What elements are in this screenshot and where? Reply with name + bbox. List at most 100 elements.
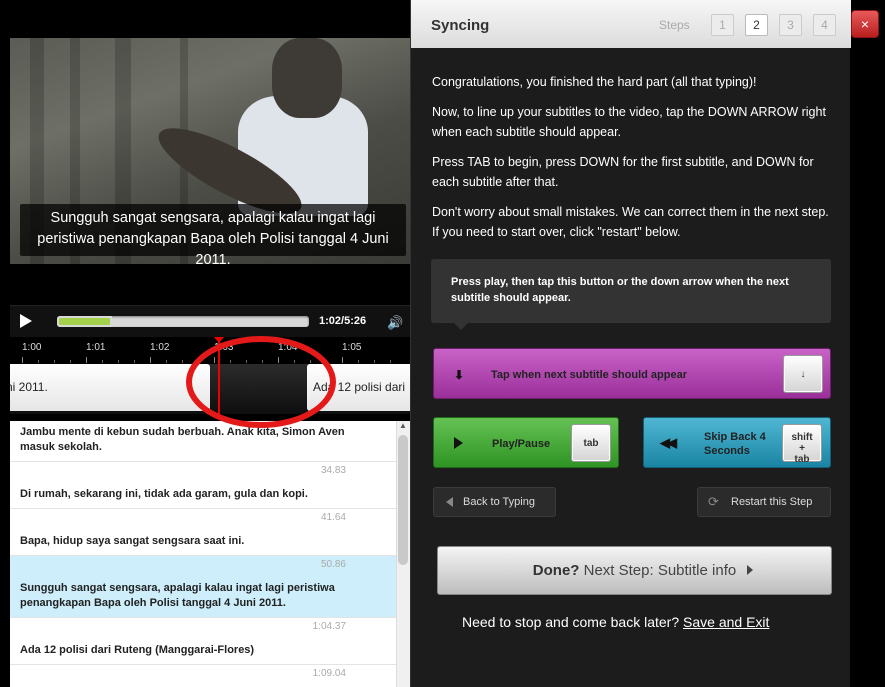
restart-step-button[interactable]: ⟳ Restart this Step — [697, 487, 831, 517]
video-player[interactable]: Sungguh sangat sengsara, apalagi kalau i… — [10, 38, 410, 264]
step-3[interactable]: 3 — [779, 14, 802, 36]
subtitle-row[interactable]: Jambu mente di kebun sudah berbuah. Anak… — [10, 421, 396, 462]
playhead[interactable] — [218, 337, 220, 415]
subtitle-text[interactable]: Bapa, hidup saya sangat sengsara saat in… — [20, 534, 370, 549]
timeline-tick-label: 1:04 — [278, 342, 298, 353]
timeline-minor-tick — [358, 360, 359, 363]
done-next-step-button[interactable]: Done? Next Step: Subtitle info — [437, 546, 832, 595]
video-subtitle-overlay: Sungguh sangat sengsara, apalagi kalau i… — [20, 204, 406, 264]
scrollbar[interactable]: ▲ — [396, 421, 410, 687]
subtitle-text[interactable]: Jambu mente di kebun sudah berbuah. Anak… — [20, 425, 370, 455]
skip-back-label: Skip Back 4 Seconds — [704, 430, 766, 458]
hint-tooltip: Press play, then tap this button or the … — [431, 259, 831, 323]
key-line: shift — [791, 432, 813, 443]
timeline-tick — [86, 357, 87, 363]
timeline-tick-label: 1:05 — [342, 342, 362, 353]
key-line: + — [799, 443, 805, 454]
timeline-minor-tick — [198, 360, 199, 363]
stop-text: Need to stop and come back later? — [462, 614, 680, 630]
timeline-minor-tick — [294, 360, 295, 363]
timeline-tick-label: 1:00 — [22, 342, 42, 353]
panel-header: Syncing Steps 1 2 3 4 — [411, 0, 851, 48]
down-arrow-icon: ⬇ — [454, 368, 465, 382]
play-icon — [454, 437, 463, 449]
subtitle-text[interactable]: Ada 12 polisi dari Ruteng (Manggarai-Flo… — [20, 643, 370, 658]
timeline-minor-tick — [230, 360, 231, 363]
subtitle-row[interactable]: 1:04.37 Ada 12 polisi dari Ruteng (Mangga… — [10, 618, 396, 665]
subtitle-track[interactable]: ni 2011. Ada 12 polisi dari — [10, 364, 410, 414]
subtitle-row[interactable]: 50.86 Sungguh sangat sengsara, apalagi ka… — [10, 556, 396, 618]
step-2[interactable]: 2 — [745, 14, 768, 36]
timeline-minor-tick — [70, 360, 71, 363]
save-and-exit-link[interactable]: Save and Exit — [683, 614, 769, 630]
close-icon[interactable]: × — [851, 10, 879, 38]
step-4[interactable]: 4 — [813, 14, 836, 36]
sync-panel: Syncing Steps 1 2 3 4 Congratulations, y… — [410, 0, 851, 687]
timeline-minor-tick — [374, 360, 375, 363]
volume-icon[interactable]: 🔊 — [387, 315, 403, 331]
tap-button-label: Tap when next subtitle should appear — [491, 369, 687, 381]
back-arrow-icon — [446, 497, 453, 507]
next-arrow-icon — [747, 565, 753, 575]
timeline-tick — [214, 357, 215, 363]
play-pause-label: Play/Pause — [492, 438, 551, 450]
restart-icon: ⟳ — [708, 494, 719, 509]
instruction-paragraph: Don't worry about small mistakes. We can… — [432, 205, 829, 239]
subtitle-time: 1:09.04 — [312, 668, 346, 679]
timeline-minor-tick — [246, 360, 247, 363]
subtitle-time: 1:04.37 — [312, 621, 346, 632]
step-1[interactable]: 1 — [711, 14, 734, 36]
timeline-minor-tick — [310, 360, 311, 363]
play-icon[interactable] — [20, 314, 32, 328]
done-label-rest: Next Step: Subtitle info — [579, 562, 737, 579]
rewind-icon: ◀◀ — [660, 435, 677, 450]
subtitle-row[interactable]: 41.64 Bapa, hidup saya sangat sengsara sa… — [10, 509, 396, 556]
back-to-typing-button[interactable]: Back to Typing — [433, 487, 556, 517]
app-root: Sungguh sangat sengsara, apalagi kalau i… — [0, 0, 885, 687]
video-controls: 1:02/5:26 🔊 — [10, 305, 410, 337]
timeline-tick-label: 1:03 — [214, 342, 234, 353]
skip-back-button[interactable]: ◀◀ Skip Back 4 Seconds shift + tab — [643, 417, 831, 468]
done-label-bold: Done? — [532, 562, 580, 579]
subtitle-items: Jambu mente di kebun sudah berbuah. Anak… — [10, 421, 396, 687]
tab-key-icon: tab — [571, 424, 611, 462]
timeline-minor-tick — [166, 360, 167, 363]
subtitle-time: 50.86 — [320, 559, 346, 570]
restart-button-label: Restart this Step — [731, 496, 813, 508]
hint-arrow — [453, 322, 469, 330]
track-block[interactable]: ni 2011. — [10, 364, 210, 411]
timeline-tick — [22, 357, 23, 363]
instruction-paragraph: Now, to line up your subtitles to the vi… — [432, 105, 826, 139]
timeline-tick-label: 1:02 — [150, 342, 170, 353]
track-block[interactable]: Ada 12 polisi dari — [307, 364, 410, 411]
back-button-label: Back to Typing — [463, 496, 535, 508]
progress-bar[interactable] — [57, 316, 309, 327]
time-display: 1:02/5:26 — [319, 315, 367, 327]
timeline-tick-label: 1:01 — [86, 342, 106, 353]
steps-label: Steps — [659, 18, 690, 32]
stop-message: Need to stop and come back later? Save a… — [462, 614, 769, 630]
timeline-minor-tick — [54, 360, 55, 363]
subtitle-text[interactable]: Sungguh sangat sengsara, apalagi kalau i… — [20, 581, 370, 611]
timeline-minor-tick — [118, 360, 119, 363]
subtitle-list: Jambu mente di kebun sudah berbuah. Anak… — [10, 421, 410, 687]
timeline-tick — [150, 357, 151, 363]
scroll-thumb[interactable] — [398, 435, 408, 565]
instruction-paragraph: Press TAB to begin, press DOWN for the f… — [432, 155, 814, 189]
subtitle-time: 34.83 — [320, 465, 346, 476]
subtitle-time: 41.64 — [320, 512, 346, 523]
timeline-ruler[interactable]: 1:00 1:01 1:02 1:03 1:04 1:05 — [10, 337, 410, 365]
instruction-paragraph: Congratulations, you finished the hard p… — [432, 75, 757, 89]
timeline-minor-tick — [134, 360, 135, 363]
timeline-minor-tick — [38, 360, 39, 363]
play-pause-button[interactable]: Play/Pause tab — [433, 417, 619, 468]
video-person-head — [272, 38, 342, 118]
scroll-up-arrow-icon[interactable]: ▲ — [398, 421, 408, 433]
subtitle-row[interactable]: 1:09.04 — [10, 665, 396, 687]
tap-next-subtitle-button[interactable]: ⬇ Tap when next subtitle should appear ↓ — [433, 348, 831, 399]
key-line: tab — [794, 454, 810, 465]
down-key-icon: ↓ — [783, 355, 823, 393]
instructions: Congratulations, you finished the hard p… — [432, 72, 832, 252]
subtitle-row[interactable]: 34.83 Di rumah, sekarang ini, tidak ada g… — [10, 462, 396, 509]
subtitle-text[interactable]: Di rumah, sekarang ini, tidak ada garam,… — [20, 487, 370, 502]
